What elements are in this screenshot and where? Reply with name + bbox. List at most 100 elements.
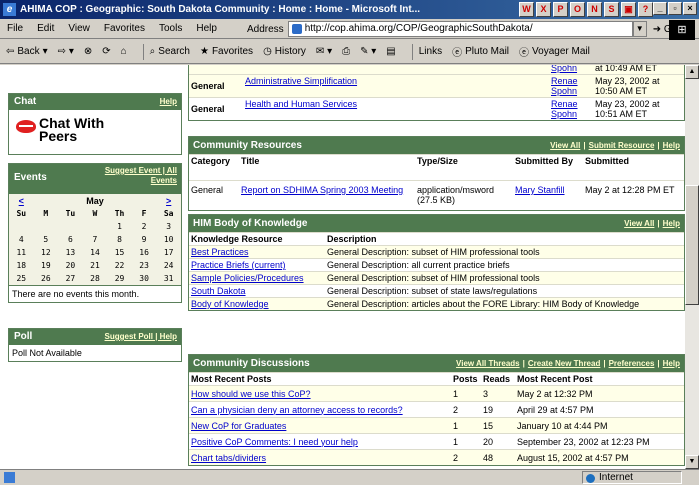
- calendar-day[interactable]: 19: [34, 259, 59, 272]
- calendar-day[interactable]: 21: [83, 259, 108, 272]
- calendar-day[interactable]: 20: [58, 259, 83, 272]
- calendar-day[interactable]: 22: [107, 259, 132, 272]
- search-button[interactable]: ⌕ Search: [150, 46, 190, 57]
- submit-resource-link[interactable]: Submit Resource: [589, 141, 655, 150]
- knowledge-resource-link[interactable]: Practice Briefs (current): [189, 259, 325, 271]
- refresh-icon[interactable]: ⟳: [102, 46, 110, 57]
- calendar-day[interactable]: 23: [132, 259, 157, 272]
- knowledge-resource-link[interactable]: Body of Knowledge: [189, 298, 325, 310]
- calendar-day[interactable]: 4: [9, 233, 34, 246]
- app-icon[interactable]: N: [587, 2, 602, 17]
- create-thread-link[interactable]: Create New Thread: [528, 359, 600, 368]
- knowledge-resource-link[interactable]: South Dakota: [189, 285, 325, 297]
- knowledge-resource-link[interactable]: Sample Policies/Procedures: [189, 272, 325, 284]
- row-title-link[interactable]: Health and Human Services: [243, 98, 373, 110]
- menu-tools[interactable]: Tools: [152, 23, 189, 34]
- app-icon[interactable]: S: [604, 2, 619, 17]
- minimize-button[interactable]: _: [653, 2, 667, 15]
- row-author-link[interactable]: Renae Spohn: [549, 98, 593, 120]
- calendar-day[interactable]: 28: [83, 272, 108, 285]
- resources-help-link[interactable]: Help: [663, 141, 680, 150]
- prev-month-link[interactable]: <: [9, 194, 34, 207]
- menu-view[interactable]: View: [61, 23, 97, 34]
- calendar-day[interactable]: 24: [156, 259, 181, 272]
- close-button[interactable]: ×: [683, 2, 697, 15]
- address-dropdown-icon[interactable]: ▼: [632, 21, 647, 37]
- back-button[interactable]: ⇦ Back ▾: [6, 46, 48, 57]
- discuss-icon[interactable]: ▤: [386, 46, 395, 57]
- calendar-day[interactable]: 16: [132, 246, 157, 259]
- calendar-day[interactable]: 2: [132, 220, 157, 233]
- app-icon[interactable]: ▣: [621, 2, 636, 17]
- calendar-day[interactable]: 29: [107, 272, 132, 285]
- link-voyager-mail[interactable]: ⓔ Voyager Mail: [519, 44, 590, 59]
- poll-links[interactable]: Suggest Poll | Help: [105, 329, 177, 345]
- calendar-day[interactable]: 30: [132, 272, 157, 285]
- calendar-day[interactable]: 11: [9, 246, 34, 259]
- calendar-day[interactable]: 3: [156, 220, 181, 233]
- knowledge-resource-link[interactable]: Best Practices: [189, 246, 325, 258]
- suggest-event-link[interactable]: Suggest Event | All: [105, 166, 177, 175]
- address-input[interactable]: http://cop.ahima.org/COP/GeographicSouth…: [287, 21, 633, 37]
- print-icon[interactable]: ⎙: [342, 46, 350, 57]
- view-all-threads-link[interactable]: View All Threads: [456, 359, 520, 368]
- thread-link[interactable]: New CoP for Graduates: [189, 420, 451, 432]
- preferences-link[interactable]: Preferences: [609, 359, 655, 368]
- calendar-day[interactable]: 18: [9, 259, 34, 272]
- calendar-day[interactable]: 27: [58, 272, 83, 285]
- calendar-day[interactable]: 8: [107, 233, 132, 246]
- calendar-day[interactable]: 7: [83, 233, 108, 246]
- thread-link[interactable]: Chart tabs/dividers: [189, 452, 451, 464]
- next-month-link[interactable]: >: [156, 194, 181, 207]
- link-pluto-mail[interactable]: ⓔ Pluto Mail: [452, 44, 509, 59]
- scroll-thumb[interactable]: [685, 185, 699, 305]
- calendar-day[interactable]: 26: [34, 272, 59, 285]
- app-icon[interactable]: ?: [638, 2, 653, 17]
- calendar-day[interactable]: 9: [132, 233, 157, 246]
- chat-with-peers-link[interactable]: Chat With Peers: [9, 110, 181, 154]
- him-view-all-link[interactable]: View All: [624, 219, 654, 228]
- chat-help-link[interactable]: Help: [160, 94, 177, 110]
- maximize-button[interactable]: ▫: [668, 2, 682, 15]
- favorites-button[interactable]: ★ Favorites: [200, 46, 253, 57]
- history-button[interactable]: ◷ History: [263, 46, 306, 57]
- scroll-up-icon[interactable]: ▲: [685, 65, 699, 79]
- resource-title-link[interactable]: Report on SDHIMA Spring 2003 Meeting: [239, 184, 415, 196]
- thread-link[interactable]: Positive CoP Comments: I need your help: [189, 436, 451, 448]
- menu-file[interactable]: File: [0, 23, 30, 34]
- resource-author-link[interactable]: Mary Stanfill: [513, 184, 583, 196]
- stop-icon[interactable]: ⊗: [84, 46, 92, 57]
- calendar-day[interactable]: 12: [34, 246, 59, 259]
- scroll-down-icon[interactable]: ▼: [685, 455, 699, 469]
- calendar-day[interactable]: 5: [34, 233, 59, 246]
- app-icon[interactable]: O: [570, 2, 585, 17]
- app-icon[interactable]: W: [519, 2, 534, 17]
- menu-edit[interactable]: Edit: [30, 23, 61, 34]
- vertical-scrollbar[interactable]: ▲ ▼: [685, 65, 699, 469]
- mail-icon[interactable]: ✉ ▾: [316, 46, 332, 57]
- calendar-day[interactable]: 31: [156, 272, 181, 285]
- calendar-day[interactable]: 25: [9, 272, 34, 285]
- edit-icon[interactable]: ✎ ▾: [360, 46, 376, 57]
- him-help-link[interactable]: Help: [663, 219, 680, 228]
- thread-link[interactable]: How should we use this CoP?: [189, 388, 451, 400]
- row-author-link[interactable]: Renae Spohn: [549, 75, 593, 97]
- forward-button[interactable]: ⇨ ▾: [58, 46, 74, 57]
- thread-link[interactable]: Can a physician deny an attorney access …: [189, 404, 451, 416]
- home-icon[interactable]: ⌂: [121, 46, 127, 57]
- calendar-day[interactable]: 17: [156, 246, 181, 259]
- menu-favorites[interactable]: Favorites: [97, 23, 152, 34]
- app-icon[interactable]: X: [536, 2, 551, 17]
- calendar-day[interactable]: 1: [107, 220, 132, 233]
- calendar-day[interactable]: 6: [58, 233, 83, 246]
- all-events-link[interactable]: Events: [151, 176, 177, 185]
- calendar-day[interactable]: 13: [58, 246, 83, 259]
- calendar-day[interactable]: 15: [107, 246, 132, 259]
- calendar-day[interactable]: 14: [83, 246, 108, 259]
- menu-help[interactable]: Help: [189, 23, 224, 34]
- calendar-day[interactable]: 10: [156, 233, 181, 246]
- discussions-help-link[interactable]: Help: [663, 359, 680, 368]
- partial-author[interactable]: Spohn: [549, 65, 593, 73]
- row-title-link[interactable]: Administrative Simplification: [243, 75, 549, 87]
- resources-view-all-link[interactable]: View All: [550, 141, 580, 150]
